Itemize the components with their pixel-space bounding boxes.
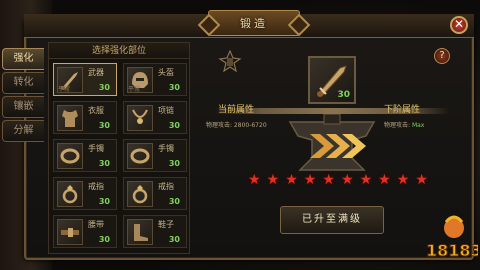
current-item-slot[interactable]: 30 xyxy=(308,56,356,104)
equipment-slot[interactable]: 项链 30 xyxy=(123,101,187,134)
bracelet-icon xyxy=(57,143,83,169)
star-rating: ★ ★ ★ ★ ★ ★ ★ ★ ★ ★ xyxy=(248,172,428,188)
ring-icon xyxy=(127,181,153,207)
slot-label: 戒指 xyxy=(158,182,174,191)
slot-level: 30 xyxy=(168,235,180,244)
equipment-slot[interactable]: 手镯 30 xyxy=(53,139,117,172)
tab-transfer[interactable]: 转化 xyxy=(2,72,44,94)
equipment-slot[interactable]: 戒指 30 xyxy=(53,177,117,210)
boots-icon xyxy=(127,219,153,245)
equipment-grid: 武器 30 平常 头盔 30 平常衣服 30 项链 30 手镯 30 手镯 30 戒指 30 戒指 30 腰带 30… xyxy=(53,63,187,248)
slot-level: 30 xyxy=(98,197,110,206)
slot-level: 30 xyxy=(98,235,110,244)
ring-icon xyxy=(57,181,83,207)
slot-label: 衣服 xyxy=(88,106,104,115)
equipment-slot[interactable]: 腰带 30 xyxy=(53,215,117,248)
next-attr-prefix: 物理攻击: xyxy=(384,122,411,129)
star-icon: ★ xyxy=(248,172,261,188)
current-attr-value: 物理攻击: 2800-6720 xyxy=(206,122,267,129)
star-icon: ★ xyxy=(378,172,391,188)
star-icon: ★ xyxy=(322,172,335,188)
star-icon: ★ xyxy=(266,172,280,188)
tab-inlay[interactable]: 镶嵌 xyxy=(2,96,44,118)
slot-level: 30 xyxy=(168,83,180,92)
equipment-panel: 选择强化部位 武器 30 平常 头盔 30 平常 衣服 30 项链 30 手镯 30 手镯 30 戒指 30 戒… xyxy=(48,42,190,254)
slot-badge: 平常 xyxy=(58,86,71,93)
next-attr-max: Max xyxy=(411,122,425,129)
tab-strengthen[interactable]: 强化 xyxy=(2,48,44,70)
slot-level: 30 xyxy=(168,197,180,206)
forge-emblem-icon xyxy=(218,50,242,72)
slot-label: 手镯 xyxy=(88,144,104,153)
star-icon: ★ xyxy=(359,172,373,188)
slot-level: 30 xyxy=(98,83,110,92)
site-logo-icon: 18183 xyxy=(426,215,478,261)
star-icon: ★ xyxy=(303,172,317,188)
side-tabs: 强化 转化 镶嵌 分解 xyxy=(2,48,44,144)
necklace-icon xyxy=(127,105,153,131)
slot-level: 30 xyxy=(168,159,180,168)
close-button[interactable]: ✕ xyxy=(450,16,468,34)
star-icon: ★ xyxy=(415,172,428,188)
armor-icon xyxy=(57,105,83,131)
slot-label: 武器 xyxy=(88,68,104,77)
equipment-slot[interactable]: 头盔 30 平常 xyxy=(123,63,187,96)
forge-screen: 锻造 ✕ 强化 转化 镶嵌 分解 选择强化部位 武器 30 平常 头盔 30 平常衣服 30… xyxy=(0,0,480,270)
next-attr-value: 物理攻击: Max xyxy=(384,120,424,129)
slot-label: 戒指 xyxy=(88,182,104,191)
help-button[interactable]: ? xyxy=(434,48,450,64)
equipment-slot[interactable]: 鞋子 30 xyxy=(123,215,187,248)
slot-label: 鞋子 xyxy=(158,220,174,229)
slot-badge: 平常 xyxy=(128,86,141,93)
slot-label: 腰带 xyxy=(88,220,104,229)
slot-level: 30 xyxy=(98,159,110,168)
tab-decompose[interactable]: 分解 xyxy=(2,120,44,142)
equipment-slot[interactable]: 衣服 30 xyxy=(53,101,117,134)
slot-label: 头盔 xyxy=(158,68,174,77)
slot-label: 手镯 xyxy=(158,144,174,153)
max-level-button[interactable]: 已升至满级 xyxy=(280,206,384,234)
slot-level: 30 xyxy=(168,121,180,130)
current-attr-label: 当前属性 xyxy=(218,105,255,115)
next-attr-label: 下阶属性 xyxy=(384,105,421,115)
bracelet-icon xyxy=(127,143,153,169)
current-item-level: 30 xyxy=(337,90,350,100)
logo-text: 18183 xyxy=(426,241,478,260)
equipment-slot[interactable]: 戒指 30 xyxy=(123,177,187,210)
equipment-slot[interactable]: 手镯 30 xyxy=(123,139,187,172)
slot-level: 30 xyxy=(98,121,110,130)
window-title: 锻造 xyxy=(208,10,300,36)
slot-label: 项链 xyxy=(158,106,174,115)
star-icon: ★ xyxy=(285,172,298,188)
equipment-panel-header: 选择强化部位 xyxy=(49,43,189,59)
star-icon: ★ xyxy=(396,172,410,188)
belt-icon xyxy=(57,219,83,245)
equipment-slot[interactable]: 武器 30 平常 xyxy=(53,63,117,96)
star-icon: ★ xyxy=(340,172,354,188)
